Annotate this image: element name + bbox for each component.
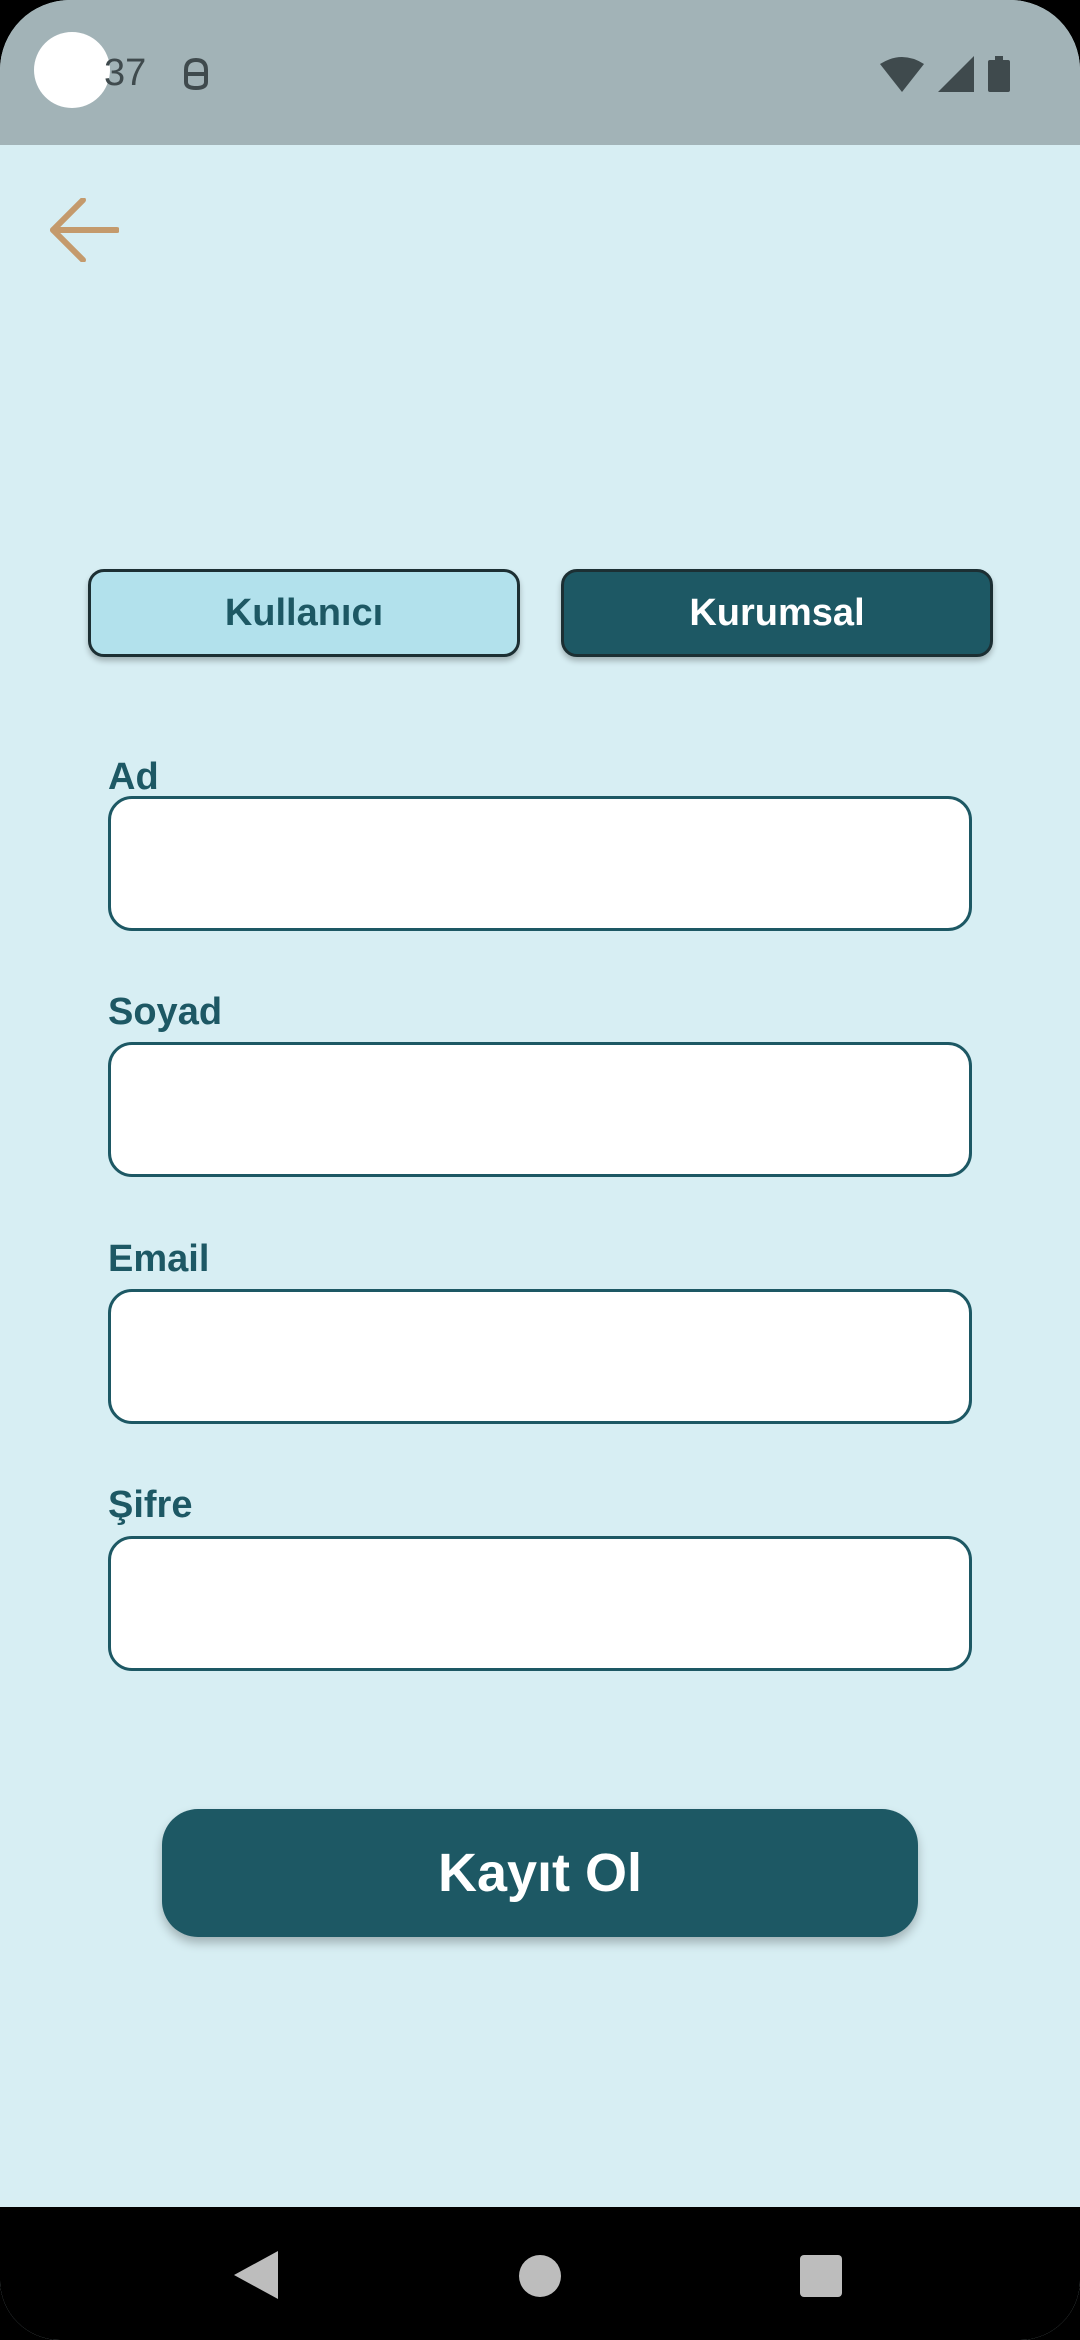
password-field[interactable] bbox=[108, 1536, 972, 1671]
user-type-toggle-corporate[interactable]: Kurumsal bbox=[561, 569, 993, 657]
signal-icon bbox=[938, 56, 974, 92]
first-name-label: Ad bbox=[108, 756, 159, 798]
nav-recents-icon[interactable] bbox=[800, 2255, 842, 2297]
last-name-field[interactable] bbox=[108, 1042, 972, 1177]
camera-cutout bbox=[34, 32, 110, 108]
nav-back-icon[interactable] bbox=[234, 2251, 278, 2299]
user-type-toggle-user[interactable]: Kullanıcı bbox=[88, 569, 520, 657]
status-time: 37 bbox=[104, 52, 147, 94]
nav-home-icon[interactable] bbox=[519, 2255, 561, 2297]
system-nav-bar bbox=[0, 2207, 1080, 2340]
register-button[interactable]: Kayıt Ol bbox=[162, 1809, 918, 1937]
back-button[interactable] bbox=[44, 190, 124, 270]
status-icons bbox=[880, 56, 1010, 92]
first-name-field[interactable] bbox=[108, 796, 972, 931]
password-label: Şifre bbox=[108, 1484, 193, 1526]
wifi-icon bbox=[880, 57, 924, 92]
notification-icon bbox=[184, 57, 208, 91]
email-label: Email bbox=[108, 1238, 210, 1280]
battery-icon bbox=[988, 56, 1010, 92]
screen: 37 Kullanıcı Kurumsal Ad Soyad Email Şif… bbox=[0, 0, 1080, 2340]
status-bar: 37 bbox=[0, 0, 1080, 145]
last-name-label: Soyad bbox=[108, 991, 223, 1033]
arrow-left-icon bbox=[50, 198, 119, 262]
email-field[interactable] bbox=[108, 1289, 972, 1424]
